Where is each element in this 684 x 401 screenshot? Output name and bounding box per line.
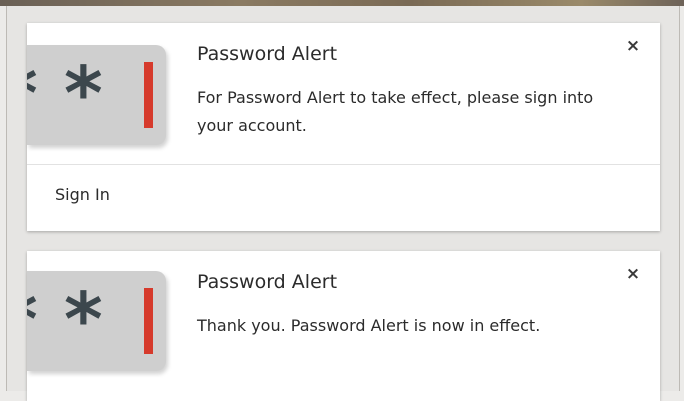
logo-star: * xyxy=(64,277,103,363)
notification-title: Password Alert xyxy=(197,271,338,293)
divider xyxy=(27,164,660,165)
password-alert-logo-icon: * * xyxy=(27,45,166,145)
close-icon[interactable]: × xyxy=(623,36,643,56)
notification-sign-in: * * Password Alert For Password Alert to… xyxy=(27,23,660,231)
logo-star: * xyxy=(64,51,103,137)
logo-star: * xyxy=(27,57,38,131)
notification-message: Thank you. Password Alert is now in effe… xyxy=(197,316,541,335)
logo-star: * xyxy=(27,283,38,357)
logo-cursor-bar xyxy=(144,288,153,354)
notification-confirmation: * * Password Alert Thank you. Password A… xyxy=(27,251,660,401)
close-icon[interactable]: × xyxy=(623,264,643,284)
password-alert-logo-icon: * * xyxy=(27,271,166,371)
sign-in-button[interactable]: Sign In xyxy=(55,185,110,204)
notification-title: Password Alert xyxy=(197,43,338,65)
notification-message: For Password Alert to take effect, pleas… xyxy=(197,88,594,135)
logo-cursor-bar xyxy=(144,62,153,128)
